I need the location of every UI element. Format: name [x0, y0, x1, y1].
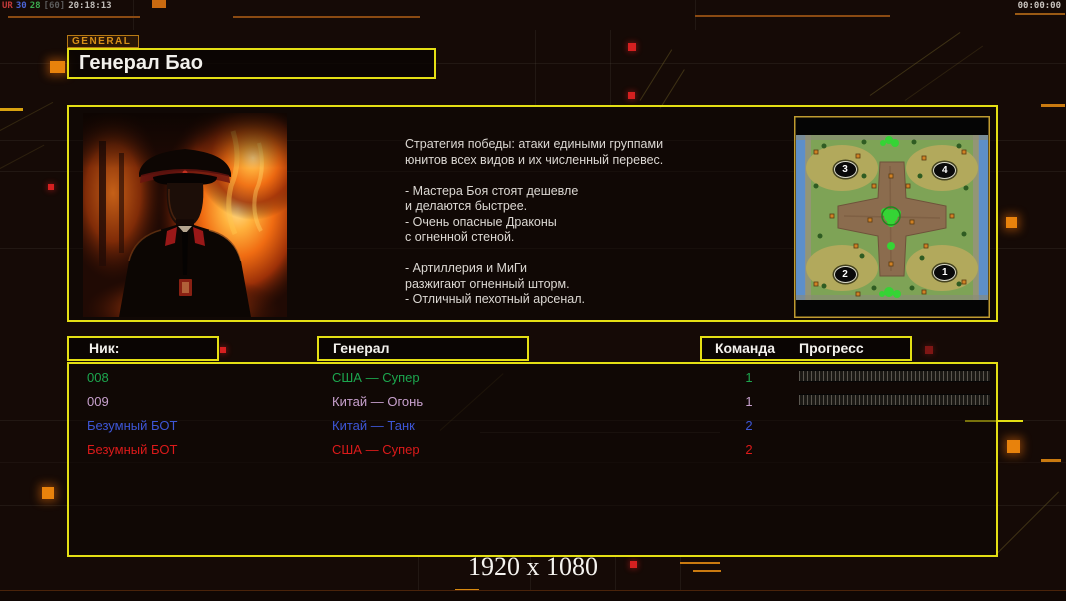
page-title: Генерал Бао	[67, 48, 436, 79]
start-position-marker: 3	[834, 161, 857, 178]
player-row: Безумный БОТ США — Супер 2	[69, 438, 996, 462]
player-row: 008 США — Супер 1	[69, 366, 996, 390]
accent-square-red	[220, 347, 226, 353]
player-nick: 008	[87, 370, 109, 385]
circuit-line	[905, 46, 983, 101]
briefing-panel: Стратегия победы: атаки едиными группами…	[67, 105, 998, 322]
strategy-line: разжигают огненный шторм.	[405, 277, 745, 293]
accent-dash	[1041, 459, 1061, 462]
column-header-team: Команда	[715, 338, 775, 359]
player-row: 009 Китай — Огонь 1	[69, 390, 996, 414]
player-general: Китай — Огонь	[332, 394, 423, 409]
player-general: США — Супер	[332, 370, 420, 385]
strategy-line: - Мастера Боя стоят дешевле	[405, 184, 745, 200]
player-row: Безумный БОТ Китай — Танк 2	[69, 414, 996, 438]
circuit-line	[0, 102, 53, 131]
perf-segment: 30	[16, 1, 27, 11]
strategy-line: и делаются быстрее.	[405, 199, 745, 215]
load-progress-bar	[799, 370, 990, 382]
player-team: 1	[739, 394, 759, 409]
accent-dash	[0, 108, 23, 111]
strategy-line: Стратегия победы: атаки едиными группами	[405, 137, 745, 153]
accent-square-red	[48, 184, 54, 190]
bottom-strip	[0, 590, 1066, 601]
circuit-line	[640, 49, 673, 100]
player-general: США — Супер	[332, 442, 420, 457]
load-progress-bar	[799, 394, 990, 406]
player-team: 2	[739, 418, 759, 433]
column-header-general: Генерал	[317, 336, 529, 361]
accent-dash	[1041, 104, 1065, 107]
accent-dash	[1015, 13, 1065, 15]
accent-dash	[233, 16, 420, 18]
accent-square-red	[628, 92, 635, 99]
circuit-line	[0, 145, 44, 169]
accent-square	[50, 61, 65, 73]
accent-square	[152, 0, 166, 8]
perf-overlay: UR3028[60]20:18:13	[2, 1, 115, 11]
resolution-label: 1920 x 1080	[0, 552, 1066, 582]
grid-line	[133, 0, 134, 30]
general-portrait	[83, 113, 287, 317]
player-rows: 008 США — Супер 1 009 Китай — Огонь 1 Бе…	[69, 366, 996, 462]
strategy-line	[405, 246, 745, 262]
column-header-team-progress: Команда Прогресс	[700, 336, 912, 361]
player-nick: Безумный БОТ	[87, 442, 177, 457]
player-nick: Безумный БОТ	[87, 418, 177, 433]
perf-segment: UR	[2, 1, 13, 11]
start-position-marker: 2	[834, 266, 857, 283]
players-panel: 008 США — Супер 1 009 Китай — Огонь 1 Бе…	[67, 362, 998, 557]
match-timer: 00:00:00	[1018, 1, 1061, 11]
strategy-line: с огненной стеной.	[405, 230, 745, 246]
player-general: Китай — Танк	[332, 418, 415, 433]
accent-square-red	[628, 43, 636, 51]
accent-square-red	[925, 346, 933, 354]
strategy-line	[405, 168, 745, 184]
strategy-line: юнитов всех видов и их численный перевес…	[405, 153, 745, 169]
player-nick: 009	[87, 394, 109, 409]
strategy-line: - Очень опасные Драконы	[405, 215, 745, 231]
minimap-image	[794, 116, 990, 318]
grid-line	[535, 30, 536, 105]
accent-dash	[695, 15, 890, 17]
column-header-progress: Прогресс	[799, 338, 864, 359]
perf-segment: 28	[30, 1, 41, 11]
accent-square	[42, 487, 54, 499]
general-tab-label: GENERAL	[67, 35, 139, 48]
perf-segment: [60]	[44, 1, 66, 11]
player-team: 2	[739, 442, 759, 457]
accent-square	[1007, 440, 1020, 453]
column-header-nick: Ник:	[67, 336, 219, 361]
general-portrait-image	[83, 113, 287, 317]
strategy-line: - Артиллерия и МиГи	[405, 261, 745, 277]
accent-dash	[8, 16, 140, 18]
circuit-line	[995, 492, 1059, 556]
strategy-line: - Отличный пехотный арсенал.	[405, 292, 745, 308]
minimap: 3421	[794, 116, 990, 318]
circuit-line	[660, 69, 685, 109]
player-team: 1	[739, 370, 759, 385]
perf-segment: 20:18:13	[68, 1, 111, 11]
accent-square	[1006, 217, 1017, 228]
strategy-text: Стратегия победы: атаки едиными группами…	[405, 137, 745, 308]
grid-line	[610, 30, 611, 105]
